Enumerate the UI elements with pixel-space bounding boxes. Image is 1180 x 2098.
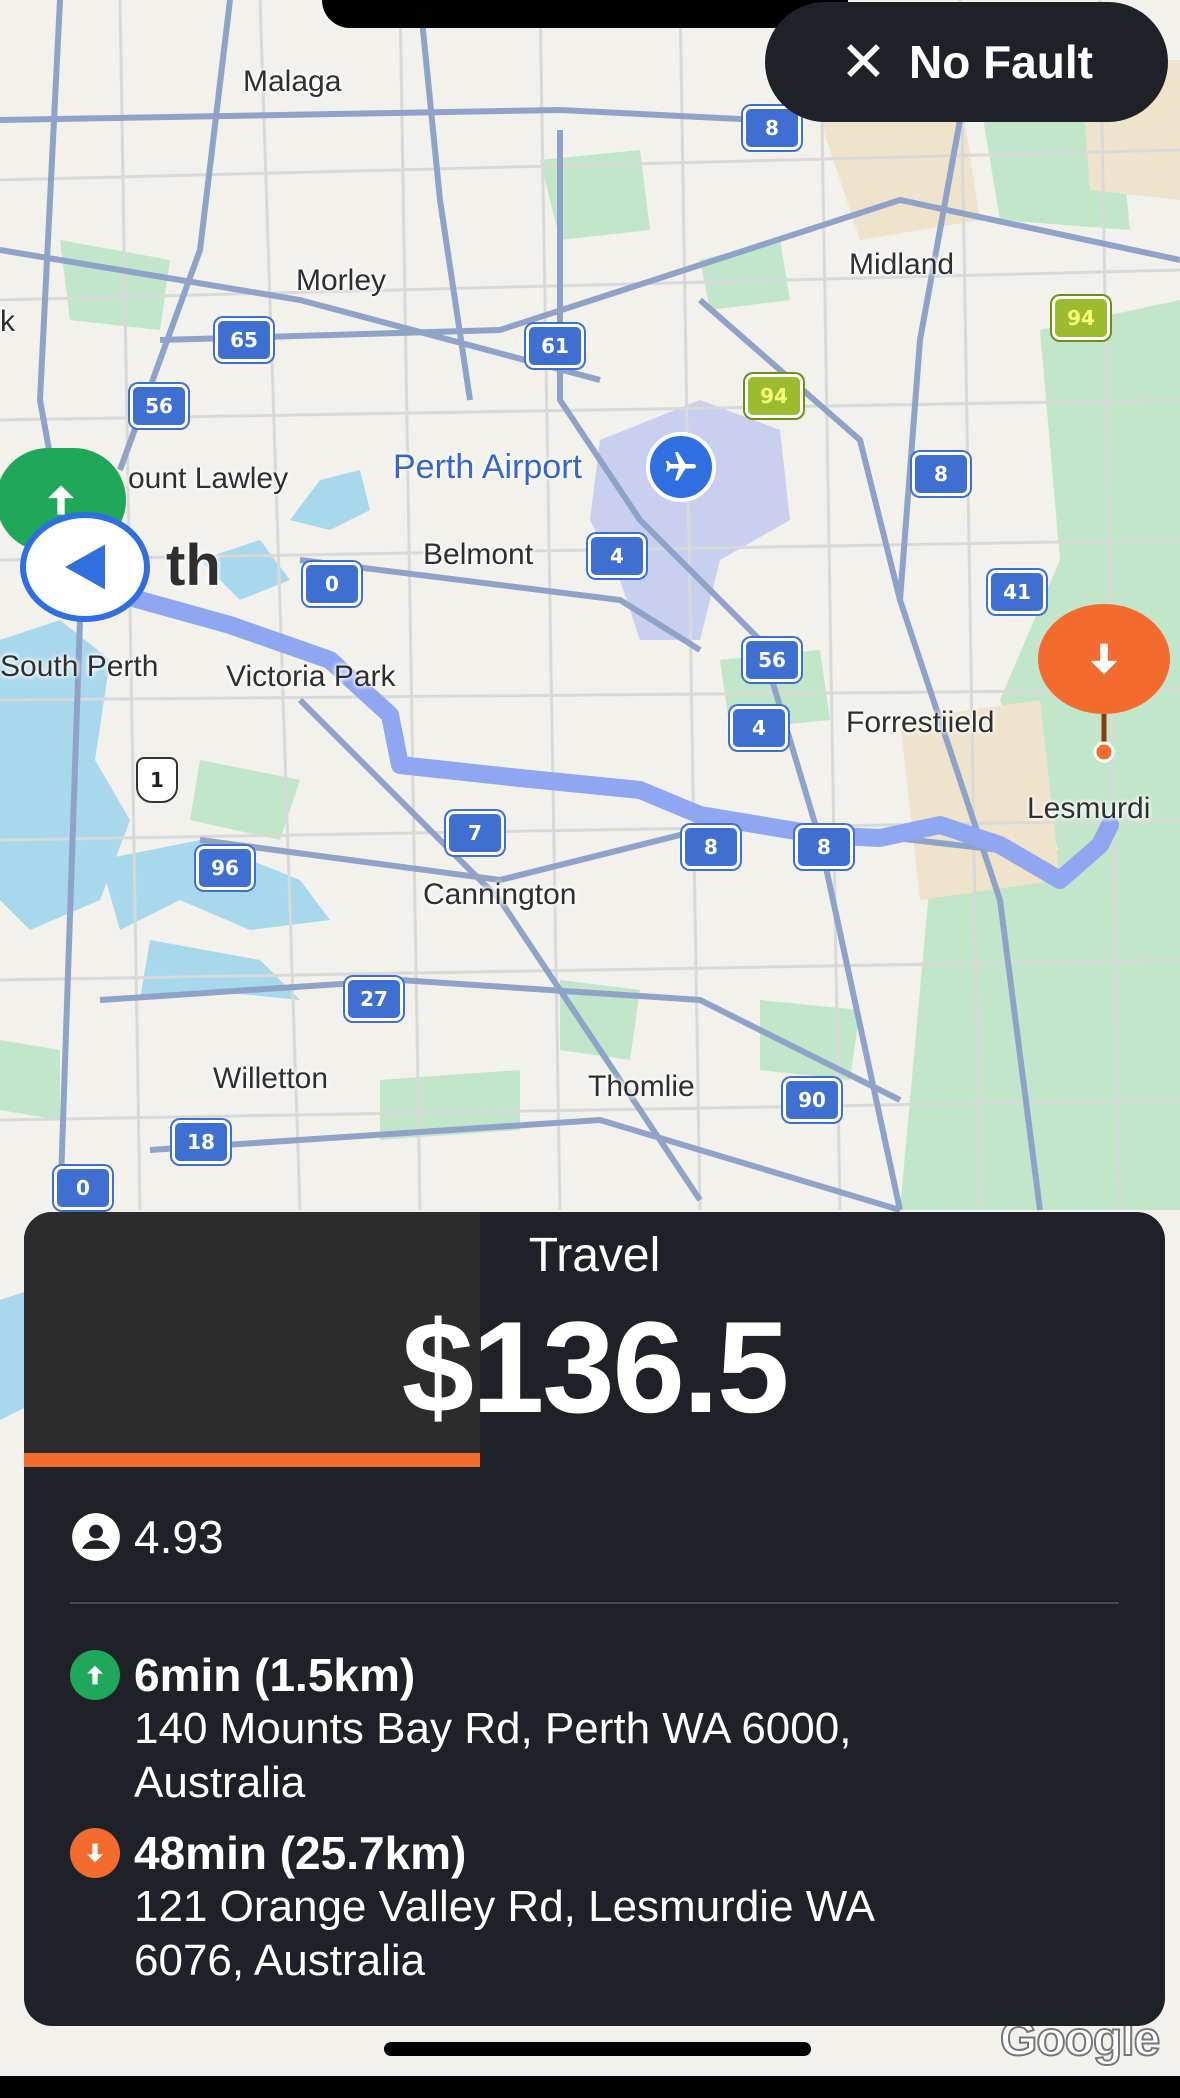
dropoff-point xyxy=(1093,741,1115,763)
place-label-thomlie: Thomlie xyxy=(588,1070,695,1103)
airport-icon xyxy=(646,432,716,502)
place-label-midland: Midland xyxy=(849,248,955,281)
route-shield: 56 xyxy=(743,638,801,682)
rider-profile-icon xyxy=(70,1511,122,1563)
close-icon: ✕ xyxy=(840,30,887,93)
device-notch xyxy=(322,0,848,28)
route-shield: 0 xyxy=(54,1166,112,1210)
dropoff-address-line1: 121 Orange Valley Rd, Lesmurdie WA xyxy=(134,1882,876,1931)
pickup-stop: 6min (1.5km) 140 Mounts Bay Rd, Perth WA… xyxy=(70,1648,1135,1810)
route-shield: 96 xyxy=(196,846,254,890)
place-label-willetton: Willetton xyxy=(213,1062,329,1095)
dropoff-arrow-down-icon xyxy=(70,1828,120,1878)
route-shield: 56 xyxy=(130,384,188,428)
pickup-eta: 6min (1.5km) xyxy=(134,1649,416,1701)
bottom-strip xyxy=(0,2076,1180,2098)
dropoff-eta: 48min (25.7km) xyxy=(134,1827,467,1879)
no-fault-button[interactable]: ✕ No Fault xyxy=(765,2,1168,122)
place-label-malaga: Malaga xyxy=(243,65,342,98)
card-divider xyxy=(70,1602,1119,1604)
trip-request-card[interactable]: Travel $136.5 4.93 6min (1.5km) 140 Moun… xyxy=(24,1212,1165,2026)
route-shield: 27 xyxy=(345,977,403,1021)
place-label-perth-airport: Perth Airport xyxy=(393,448,582,486)
accept-timer-bar xyxy=(24,1453,481,1467)
rider-rating: 4.93 xyxy=(70,1510,224,1564)
pickup-arrow-up-icon xyxy=(70,1650,120,1700)
route-shield: 8 xyxy=(912,452,970,496)
place-label-south-perth: South Perth xyxy=(0,650,159,683)
place-label-belmont: Belmont xyxy=(423,538,534,571)
route-shield: 65 xyxy=(215,318,273,362)
pickup-address-line1: 140 Mounts Bay Rd, Perth WA 6000, xyxy=(134,1704,852,1753)
place-label-morley: Morley xyxy=(296,264,387,297)
home-indicator[interactable] xyxy=(384,2042,811,2056)
place-label-forrestfield: Forrestiield xyxy=(846,706,995,739)
dropoff-address-line2: 6076, Australia xyxy=(134,1936,426,1985)
place-label-edge-left: k xyxy=(0,305,15,338)
route-shield: 4 xyxy=(588,534,646,578)
no-fault-label: No Fault xyxy=(908,36,1093,88)
route-shield: 4 xyxy=(730,706,788,750)
route-shield: 61 xyxy=(526,324,584,368)
route-shield: 18 xyxy=(172,1120,230,1164)
fare-amount: $136.5 xyxy=(401,1294,790,1440)
trip-type-label: Travel xyxy=(528,1229,661,1282)
place-label-victoria-park: Victoria Park xyxy=(226,660,396,693)
route-shield: 1 xyxy=(136,757,178,803)
rating-value: 4.93 xyxy=(134,1511,224,1563)
route-shield: 8 xyxy=(682,825,740,869)
pickup-address-line2: Australia xyxy=(134,1758,306,1807)
place-label-mount-lawley: ount Lawley xyxy=(128,462,289,495)
place-label-perth: th xyxy=(166,533,221,598)
route-shield: 90 xyxy=(783,1078,841,1122)
route-shield: 94 xyxy=(1052,296,1110,340)
route-shield: 41 xyxy=(988,570,1046,614)
place-label-lesmurdie: Lesmurdi xyxy=(1027,792,1151,825)
route-shield: 8 xyxy=(795,825,853,869)
dropoff-marker[interactable] xyxy=(1038,604,1170,714)
route-shield: 94 xyxy=(745,374,803,418)
place-label-cannington: Cannington xyxy=(423,878,577,911)
dropoff-stop: 48min (25.7km) 121 Orange Valley Rd, Les… xyxy=(70,1826,1135,1988)
current-location-marker[interactable] xyxy=(20,512,150,622)
route-shield: 7 xyxy=(446,811,504,855)
route-shield: 0 xyxy=(303,562,361,606)
